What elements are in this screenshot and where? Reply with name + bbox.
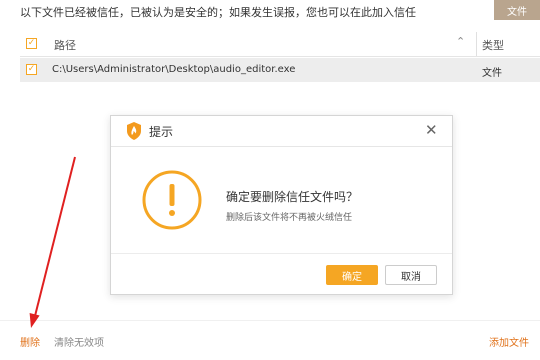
confirm-button[interactable]: 确定 xyxy=(326,265,378,285)
column-header-path[interactable]: 路径 xyxy=(54,37,76,53)
sort-up-icon[interactable]: ⌃ xyxy=(456,35,465,48)
delete-button[interactable]: 删除 xyxy=(20,334,40,349)
table-header: ✓ 路径 ⌃ 类型 xyxy=(20,32,540,57)
warning-icon xyxy=(142,170,202,230)
huorong-logo-icon xyxy=(127,122,141,140)
row-path: C:\Users\Administrator\Desktop\audio_edi… xyxy=(52,64,296,75)
dialog-submessage: 删除后该文件将不再被火绒信任 xyxy=(226,213,353,223)
add-file-button[interactable]: 添加文件 xyxy=(489,334,529,349)
bottom-divider xyxy=(0,320,540,321)
cancel-button[interactable]: 取消 xyxy=(385,265,437,285)
check-icon: ✓ xyxy=(27,64,36,74)
select-all-checkbox[interactable]: ✓ xyxy=(26,38,37,49)
column-divider xyxy=(476,32,477,56)
dialog-message: 确定要删除信任文件吗？ xyxy=(226,190,359,204)
confirm-dialog: 提示 ✕ 确定要删除信任文件吗？ 删除后该文件将不再被火绒信任 确定 取消 xyxy=(110,115,453,295)
close-icon[interactable]: ✕ xyxy=(425,121,438,139)
dialog-title: 提示 xyxy=(149,125,174,139)
column-header-type[interactable]: 类型 xyxy=(482,37,504,53)
row-checkbox[interactable]: ✓ xyxy=(26,64,37,75)
dialog-titlebar: 提示 ✕ xyxy=(111,116,452,147)
info-text: 以下文件已经被信任，已被认为是安全的；如果发生误报，您也可以在此加入信任 xyxy=(20,6,416,19)
clear-invalid-button[interactable]: 清除无效项 xyxy=(54,334,104,349)
table-row[interactable]: ✓ C:\Users\Administrator\Desktop\audio_e… xyxy=(20,58,540,82)
row-type: 文件 xyxy=(482,68,502,79)
dialog-divider xyxy=(111,253,452,254)
add-file-top-button[interactable]: 文件 xyxy=(494,0,540,20)
check-icon: ✓ xyxy=(27,38,36,48)
